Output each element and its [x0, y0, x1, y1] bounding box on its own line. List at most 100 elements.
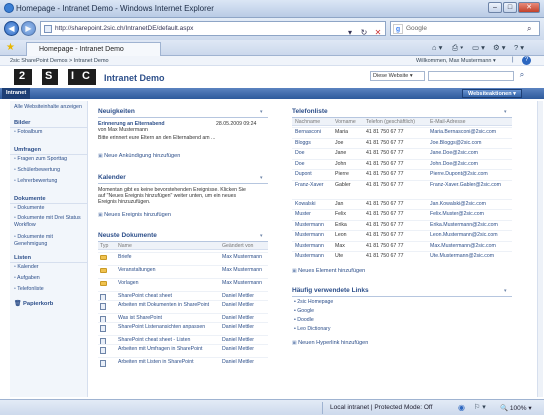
document-name[interactable]: Arbeiten mit Dokumenten in SharePoint — [118, 302, 218, 308]
webpart-menu-icon[interactable]: ▾ — [504, 109, 507, 115]
tab-intranet[interactable]: Intranet — [2, 88, 31, 99]
email-cell[interactable]: Max.Mustermann@2sic.com — [430, 243, 510, 249]
ql-header-listen[interactable]: Listen — [10, 254, 88, 263]
refresh-icon[interactable]: ↻ — [357, 25, 371, 40]
zoom-level[interactable]: 🔍 100% ▾ — [500, 404, 532, 412]
document-name[interactable]: Briefe — [118, 254, 218, 260]
page-scrollbar[interactable] — [537, 101, 543, 397]
forward-button[interactable]: ▶ — [21, 21, 36, 36]
link-item[interactable]: Google — [294, 308, 314, 314]
document-modified-by[interactable]: Max Mustermann — [222, 254, 266, 260]
col-type[interactable]: Typ — [100, 243, 108, 249]
sp-search-icon[interactable]: ⌕ — [516, 70, 528, 82]
favorites-star-icon[interactable]: ★ — [6, 42, 15, 53]
lastname-cell[interactable]: Bernasconi — [295, 129, 321, 135]
help-circle-icon[interactable]: ? — [522, 56, 531, 65]
link-item[interactable]: Leo Dictionary — [294, 326, 330, 332]
lastname-cell[interactable]: Dupont — [295, 171, 312, 177]
search-icon[interactable]: ⌕ — [527, 24, 531, 34]
site-title[interactable]: Intranet Demo — [104, 73, 165, 83]
close-button[interactable]: ✕ — [518, 2, 540, 13]
tools-icon[interactable]: ⚙ ▾ — [493, 43, 506, 52]
news-title[interactable]: Neuigkeiten — [98, 108, 135, 115]
add-hyperlink-link[interactable]: Neuen Hyperlink hinzufügen — [292, 340, 368, 346]
lastname-cell[interactable]: Franz-Xaver — [295, 182, 324, 188]
document-modified-by[interactable]: Daniel Mettler — [222, 346, 266, 352]
document-modified-by[interactable]: Daniel Mettler — [222, 315, 266, 321]
document-modified-by[interactable]: Max Mustermann — [222, 280, 266, 286]
document-name[interactable]: Was ist SharePoint — [118, 315, 218, 321]
lastname-cell[interactable]: Muster — [295, 211, 311, 217]
ql-item[interactable]: Dokumente mit Genehmigung — [14, 234, 80, 247]
ql-header-bilder[interactable]: Bilder — [10, 119, 88, 128]
maximize-button[interactable]: □ — [503, 2, 517, 13]
document-modified-by[interactable]: Daniel Mettler — [222, 302, 266, 308]
lastname-cell[interactable]: Kowalski — [295, 201, 315, 207]
ql-item[interactable]: Aufgaben — [14, 275, 40, 282]
site-actions-button[interactable]: Websiteaktionen ▾ — [462, 89, 522, 98]
sp-search-input[interactable] — [428, 71, 514, 81]
webpart-menu-icon[interactable]: ▾ — [260, 109, 263, 115]
document-name[interactable]: Arbeiten mit Listen in SharePoint — [118, 359, 218, 365]
ql-item[interactable]: Lehrerbewertung — [14, 178, 57, 185]
email-cell[interactable]: Erika.Mustermann@2sic.com — [430, 222, 510, 228]
email-cell[interactable]: John.Doe@2sic.com — [430, 161, 510, 167]
email-cell[interactable]: Pierre.Dupont@2sic.com — [430, 171, 510, 177]
link-item[interactable]: 2sic Homepage — [294, 299, 333, 305]
webpart-menu-icon[interactable]: ▾ — [260, 175, 263, 181]
document-modified-by[interactable]: Max Mustermann — [222, 267, 266, 273]
email-cell[interactable]: Jan.Kowalski@2sic.com — [430, 201, 510, 207]
add-item-link[interactable]: Neues Element hinzufügen — [292, 268, 365, 274]
col-firstname[interactable]: Vorname — [335, 119, 356, 125]
ql-item[interactable]: Dokumente mit Drei Status Workflow — [14, 215, 82, 228]
document-name[interactable]: SharePoint cheat sheet - Listen — [118, 337, 218, 343]
email-cell[interactable]: Leon.Mustermann@2sic.com — [430, 232, 510, 238]
ql-item[interactable]: Fragen zum Sporttag — [14, 156, 67, 163]
ql-item[interactable]: Dokumente — [14, 205, 44, 212]
ql-item[interactable]: Fotoalbum — [14, 129, 42, 136]
ql-header-umfragen[interactable]: Umfragen — [10, 146, 88, 155]
document-name[interactable]: SharePoint cheat sheet — [118, 293, 218, 299]
site-logo[interactable]: 2 S I C — [14, 69, 96, 85]
search-scope-select[interactable]: Diese Website ▾ — [370, 71, 425, 81]
email-cell[interactable]: Jane.Doe@2sic.com — [430, 150, 510, 156]
add-announcement-link[interactable]: Neue Ankündigung hinzufügen — [98, 153, 180, 159]
stop-icon[interactable]: ✕ — [371, 25, 385, 40]
document-modified-by[interactable]: Daniel Mettler — [222, 293, 266, 299]
document-modified-by[interactable]: Daniel Mettler — [222, 324, 266, 330]
documents-title[interactable]: Neuste Dokumente — [98, 232, 157, 239]
dropdown-icon[interactable]: ▾ — [343, 25, 357, 40]
email-cell[interactable]: Ute.Mustermann@2sic.com — [430, 253, 510, 259]
document-name[interactable]: Veranstaltungen — [118, 267, 218, 273]
document-modified-by[interactable]: Daniel Mettler — [222, 337, 266, 343]
ql-item[interactable]: Telefonliste — [14, 286, 44, 293]
email-cell[interactable]: Maria.Bernasconi@2sic.com — [430, 129, 510, 135]
lastname-cell[interactable]: Mustermann — [295, 253, 324, 259]
email-cell[interactable]: Felix.Muster@2sic.com — [430, 211, 510, 217]
recycle-bin-link[interactable]: 🗑 Papierkorb — [10, 300, 88, 308]
document-modified-by[interactable]: Daniel Mettler — [222, 359, 266, 365]
col-email[interactable]: E-Mail-Adresse — [430, 119, 465, 125]
tab-homepage[interactable]: Homepage - Intranet Demo — [26, 42, 161, 56]
lastname-cell[interactable]: Doe — [295, 150, 305, 156]
welcome-menu[interactable]: Willkommen, Max Mustermann ▾ — [416, 58, 496, 64]
email-cell[interactable]: Joe.Bloggs@2sic.com — [430, 140, 510, 146]
ql-item[interactable]: Kalender — [14, 264, 38, 271]
document-name[interactable]: Vorlagen — [118, 280, 218, 286]
phonelist-title[interactable]: Telefonliste — [292, 108, 328, 115]
lastname-cell[interactable]: Bloggs — [295, 140, 311, 146]
links-title[interactable]: Häufig verwendete Links — [292, 287, 369, 294]
my-site-icon[interactable]: | — [512, 57, 514, 63]
all-content-link[interactable]: Alle Websiteinhalte anzeigen — [14, 104, 84, 111]
back-button[interactable]: ◀ — [4, 21, 19, 36]
ql-item[interactable]: Schülerbewertung — [14, 167, 60, 174]
document-name[interactable]: SharePoint Listenansichten anpassen — [118, 324, 218, 330]
add-event-link[interactable]: Neues Ereignis hinzufügen — [98, 212, 171, 218]
lastname-cell[interactable]: Mustermann — [295, 222, 324, 228]
protected-mode-icon[interactable]: ⚐ ▾ — [474, 403, 486, 411]
ql-header-dokumente[interactable]: Dokumente — [10, 195, 88, 204]
address-bar[interactable]: http://sharepoint.2sic.ch/IntranetDE/def… — [40, 21, 386, 37]
lastname-cell[interactable]: Doe — [295, 161, 305, 167]
calendar-title[interactable]: Kalender — [98, 174, 126, 181]
lastname-cell[interactable]: Mustermann — [295, 243, 324, 249]
